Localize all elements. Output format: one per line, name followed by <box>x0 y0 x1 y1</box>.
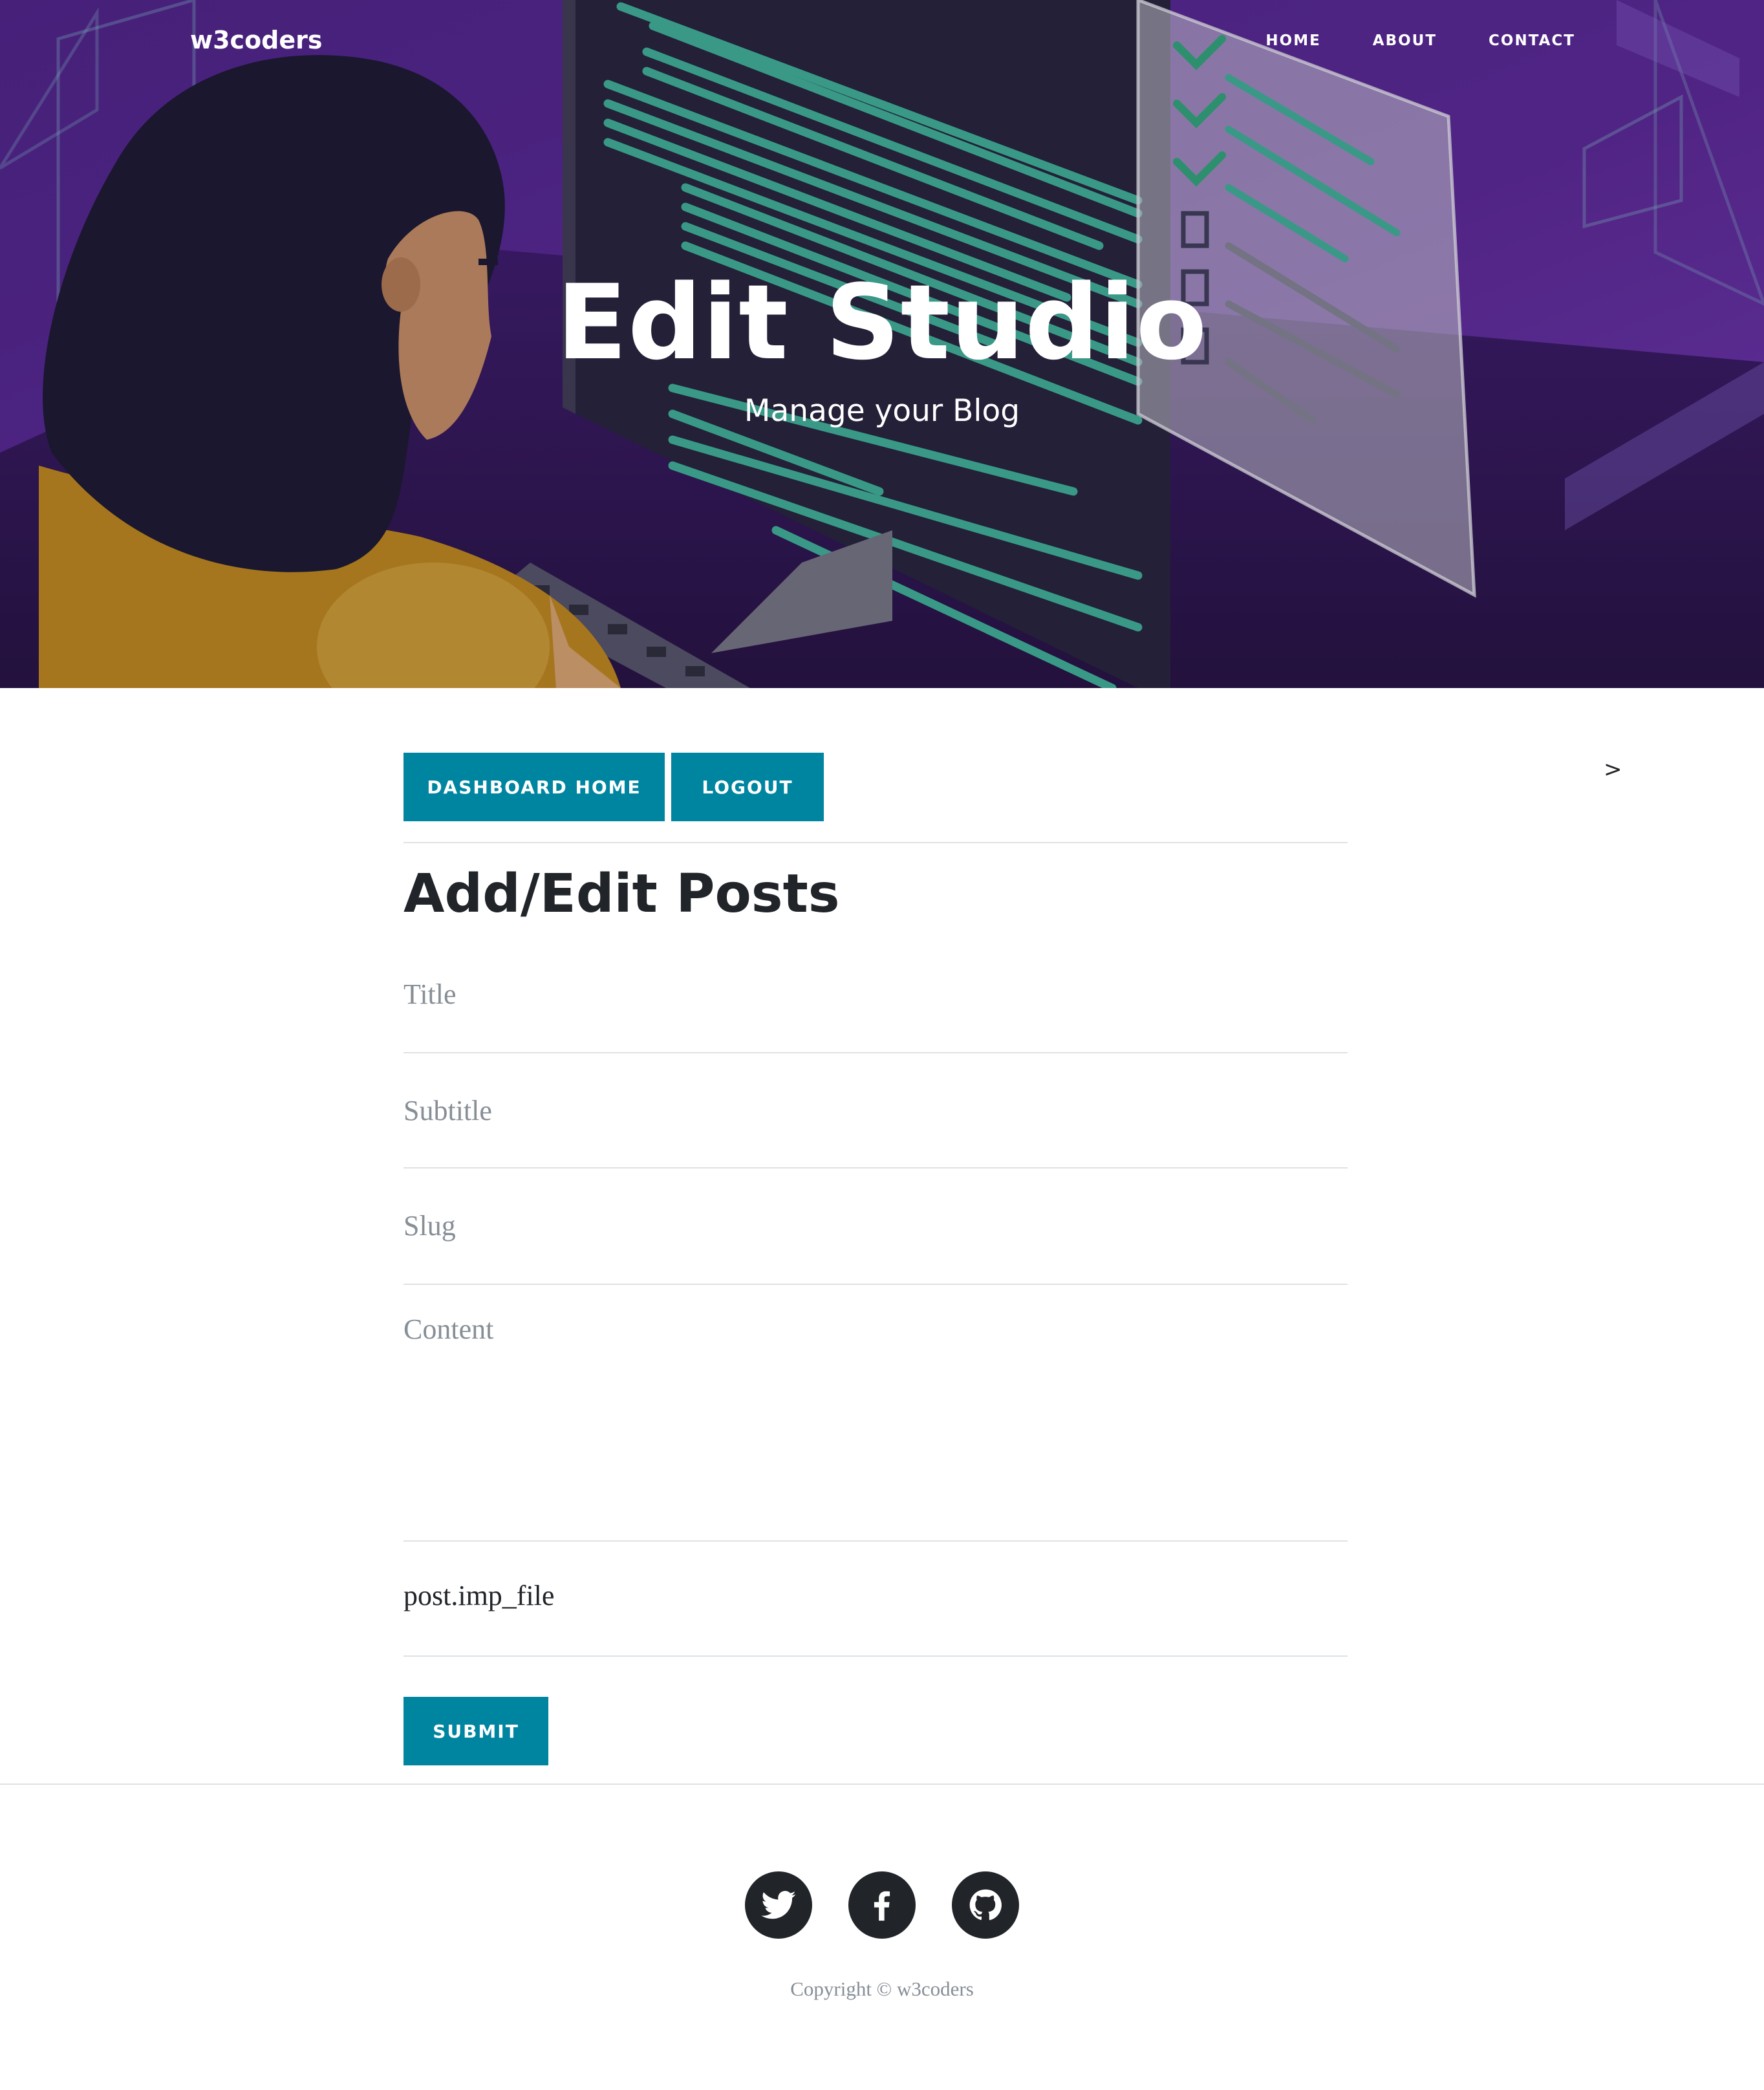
brand-logo[interactable]: w3coders <box>190 26 323 54</box>
subtitle-input[interactable] <box>403 1090 1348 1131</box>
form-heading: Add/Edit Posts <box>403 863 840 925</box>
twitter-icon[interactable] <box>745 1871 812 1939</box>
title-input[interactable] <box>403 973 1348 1015</box>
main-nav: HOME ABOUT CONTACT <box>1265 32 1575 49</box>
file-field[interactable]: post.imp_file <box>403 1579 554 1612</box>
slug-input[interactable] <box>403 1205 1348 1246</box>
github-icon[interactable] <box>952 1871 1019 1939</box>
hero-header: w3coders HOME ABOUT CONTACT Edit Studio … <box>0 0 1764 688</box>
action-bar: DASHBOARD HOME LOGOUT <box>403 753 1348 821</box>
copyright-text: Copyright © w3coders <box>790 1977 974 2000</box>
nav-link-about[interactable]: ABOUT <box>1373 32 1437 49</box>
subtitle-underline <box>403 1167 1348 1169</box>
action-buttons: DASHBOARD HOME LOGOUT <box>403 753 1348 821</box>
content-textarea[interactable] <box>403 1313 1348 1533</box>
logout-button[interactable]: LOGOUT <box>671 753 824 821</box>
title-underline <box>403 1052 1348 1053</box>
stray-caret-text: > <box>1604 757 1622 782</box>
file-underline <box>403 1655 1348 1657</box>
social-links <box>0 1871 1764 1939</box>
footer-divider <box>0 1783 1764 1785</box>
hero-subtitle: Manage your Blog <box>744 393 1020 429</box>
dashboard-home-button[interactable]: DASHBOARD HOME <box>403 753 665 821</box>
hero-title: Edit Studio <box>556 262 1208 383</box>
facebook-icon[interactable] <box>848 1871 916 1939</box>
submit-button[interactable]: SUBMIT <box>403 1697 548 1765</box>
content-underline <box>403 1540 1348 1542</box>
nav-link-home[interactable]: HOME <box>1265 32 1320 49</box>
nav-link-contact[interactable]: CONTACT <box>1489 32 1575 49</box>
slug-underline <box>403 1284 1348 1285</box>
divider <box>403 842 1348 843</box>
